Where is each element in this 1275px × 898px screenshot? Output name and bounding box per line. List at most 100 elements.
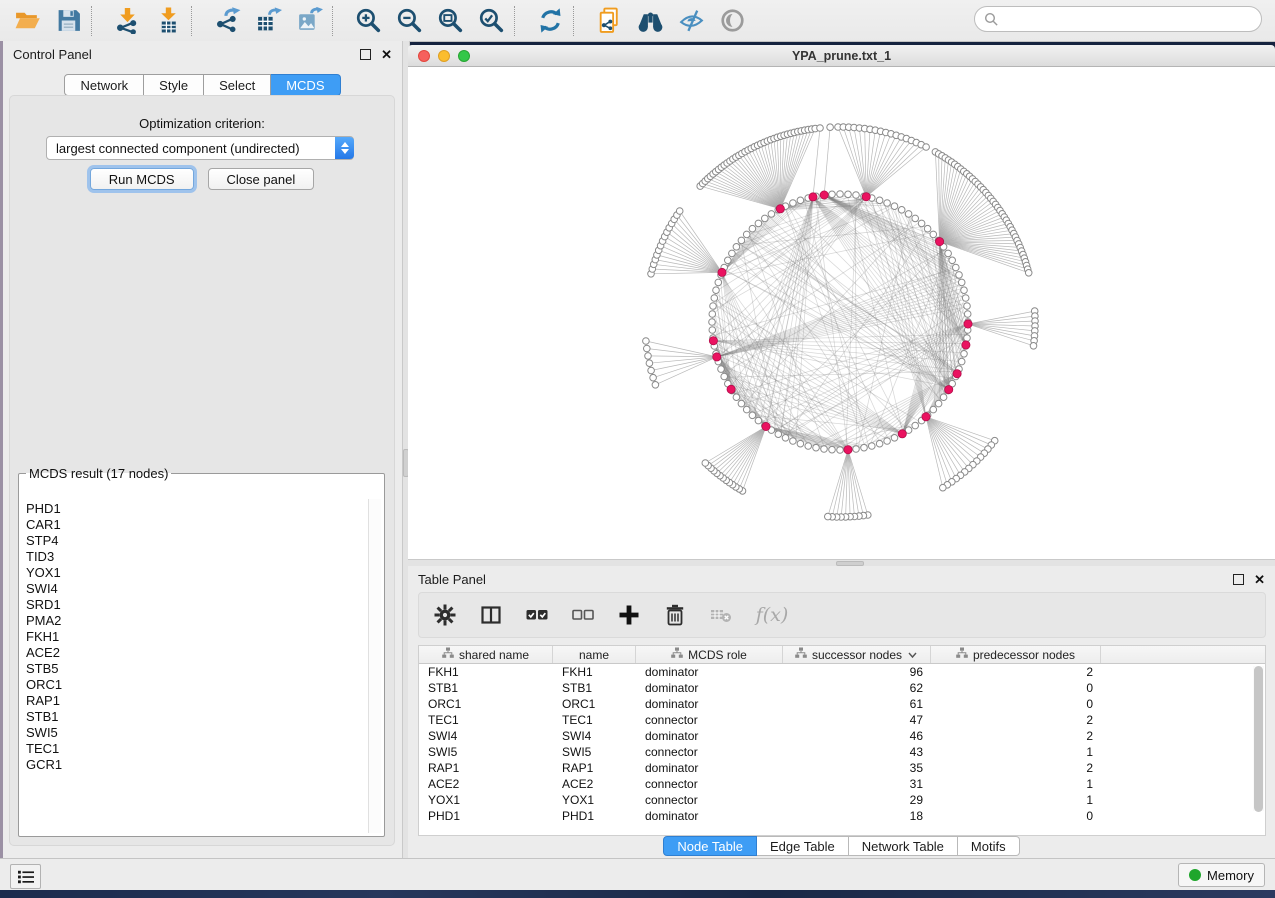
table-cell[interactable]: 2 — [931, 713, 1101, 727]
table-cell[interactable]: PHD1 — [419, 809, 553, 823]
table-settings-icon[interactable] — [433, 603, 457, 627]
table-cell[interactable]: 1 — [931, 745, 1101, 759]
table-cell[interactable]: YOX1 — [419, 793, 553, 807]
table-row[interactable]: SWI5SWI5connector431 — [419, 744, 1265, 760]
table-cell[interactable]: SWI4 — [419, 729, 553, 743]
table-cell[interactable]: RAP1 — [553, 761, 636, 775]
table-row[interactable]: STB1STB1dominator620 — [419, 680, 1265, 696]
unselect-all-icon[interactable] — [571, 603, 595, 627]
table-cell[interactable]: 62 — [783, 681, 931, 695]
mcds-result-item[interactable]: STP4 — [26, 533, 369, 549]
run-mcds-button[interactable]: Run MCDS — [90, 168, 194, 190]
mcds-result-item[interactable]: PHD1 — [26, 501, 369, 517]
open-session-icon[interactable] — [12, 6, 42, 36]
tab-select[interactable]: Select — [204, 74, 271, 96]
tab-edge-table[interactable]: Edge Table — [757, 836, 849, 856]
table-cell[interactable]: 29 — [783, 793, 931, 807]
column-header-successor-nodes[interactable]: successor nodes — [783, 646, 931, 663]
mcds-result-item[interactable]: PMA2 — [26, 613, 369, 629]
table-cell[interactable]: SWI4 — [553, 729, 636, 743]
table-row[interactable]: ORC1ORC1dominator610 — [419, 696, 1265, 712]
table-row[interactable]: SWI4SWI4dominator462 — [419, 728, 1265, 744]
optimization-select[interactable]: largest connected component (undirected) — [46, 136, 354, 160]
export-table-icon[interactable] — [253, 6, 283, 36]
table-cell[interactable]: YOX1 — [553, 793, 636, 807]
table-cell[interactable]: 0 — [931, 697, 1101, 711]
memory-button[interactable]: Memory — [1178, 863, 1265, 887]
show-graphics-details-icon[interactable] — [717, 6, 747, 36]
mcds-result-item[interactable]: TEC1 — [26, 741, 369, 757]
table-cell[interactable]: TEC1 — [419, 713, 553, 727]
search-input[interactable] — [1004, 8, 1261, 30]
table-cell[interactable]: PHD1 — [553, 809, 636, 823]
table-cell[interactable]: 47 — [783, 713, 931, 727]
table-row[interactable]: PHD1PHD1dominator180 — [419, 808, 1265, 824]
mcds-result-item[interactable]: SWI4 — [26, 581, 369, 597]
table-cell[interactable]: ACE2 — [553, 777, 636, 791]
zoom-in-icon[interactable] — [353, 6, 383, 36]
mcds-result-item[interactable]: SRD1 — [26, 597, 369, 613]
mcds-result-item[interactable]: ACE2 — [26, 645, 369, 661]
table-cell[interactable]: SWI5 — [553, 745, 636, 759]
table-cell[interactable]: dominator — [636, 681, 783, 695]
table-cell[interactable]: 1 — [931, 777, 1101, 791]
table-cell[interactable]: 46 — [783, 729, 931, 743]
table-cell[interactable]: connector — [636, 745, 783, 759]
float-panel-icon[interactable] — [1233, 574, 1244, 585]
tab-network-table[interactable]: Network Table — [849, 836, 958, 856]
delete-column-icon[interactable] — [663, 603, 687, 627]
table-row[interactable]: ACE2ACE2connector311 — [419, 776, 1265, 792]
mcds-result-item[interactable]: SWI5 — [26, 725, 369, 741]
zoom-selected-icon[interactable] — [476, 6, 506, 36]
float-panel-icon[interactable] — [360, 49, 371, 60]
network-document-icon[interactable] — [594, 6, 624, 36]
table-cell[interactable]: dominator — [636, 697, 783, 711]
table-cell[interactable]: connector — [636, 793, 783, 807]
import-table-icon[interactable] — [153, 6, 183, 36]
table-cell[interactable]: FKH1 — [553, 665, 636, 679]
tab-network[interactable]: Network — [64, 74, 144, 96]
show-columns-icon[interactable] — [479, 603, 503, 627]
close-panel-icon[interactable]: ✕ — [381, 48, 392, 61]
table-cell[interactable]: STB1 — [419, 681, 553, 695]
tab-node-table[interactable]: Node Table — [663, 836, 757, 856]
table-scrollbar[interactable] — [1253, 666, 1264, 811]
table-cell[interactable]: dominator — [636, 729, 783, 743]
table-cell[interactable]: 31 — [783, 777, 931, 791]
zoom-out-icon[interactable] — [394, 6, 424, 36]
scrollbar-thumb[interactable] — [1254, 666, 1263, 812]
table-cell[interactable]: 43 — [783, 745, 931, 759]
column-header-name[interactable]: name — [553, 646, 636, 663]
table-cell[interactable]: SWI5 — [419, 745, 553, 759]
table-cell[interactable]: 0 — [931, 809, 1101, 823]
table-cell[interactable]: 96 — [783, 665, 931, 679]
table-cell[interactable]: 2 — [931, 665, 1101, 679]
mcds-result-item[interactable]: CAR1 — [26, 517, 369, 533]
table-cell[interactable]: 61 — [783, 697, 931, 711]
table-row[interactable]: YOX1YOX1connector291 — [419, 792, 1265, 808]
mcds-result-item[interactable]: FKH1 — [26, 629, 369, 645]
search-box[interactable] — [974, 6, 1262, 32]
mcds-result-item[interactable]: ORC1 — [26, 677, 369, 693]
table-cell[interactable]: dominator — [636, 809, 783, 823]
import-network-icon[interactable] — [112, 6, 142, 36]
table-cell[interactable]: STB1 — [553, 681, 636, 695]
zoom-fit-icon[interactable] — [435, 6, 465, 36]
select-all-icon[interactable] — [525, 603, 549, 627]
table-cell[interactable]: connector — [636, 713, 783, 727]
find-icon[interactable] — [635, 6, 665, 36]
mcds-list-scrollbar[interactable] — [368, 499, 381, 833]
table-cell[interactable]: ORC1 — [553, 697, 636, 711]
save-session-icon[interactable] — [53, 6, 83, 36]
mcds-result-item[interactable]: GCR1 — [26, 757, 369, 773]
table-cell[interactable]: 18 — [783, 809, 931, 823]
network-window-titlebar[interactable]: YPA_prune.txt_1 — [408, 45, 1275, 67]
mcds-result-item[interactable]: STB1 — [26, 709, 369, 725]
table-cell[interactable]: 1 — [931, 793, 1101, 807]
table-cell[interactable]: connector — [636, 777, 783, 791]
hide-graphics-details-icon[interactable] — [676, 6, 706, 36]
close-panel-icon[interactable]: ✕ — [1254, 573, 1265, 586]
table-cell[interactable]: 2 — [931, 761, 1101, 775]
mcds-result-item[interactable]: YOX1 — [26, 565, 369, 581]
mcds-result-item[interactable]: STB5 — [26, 661, 369, 677]
